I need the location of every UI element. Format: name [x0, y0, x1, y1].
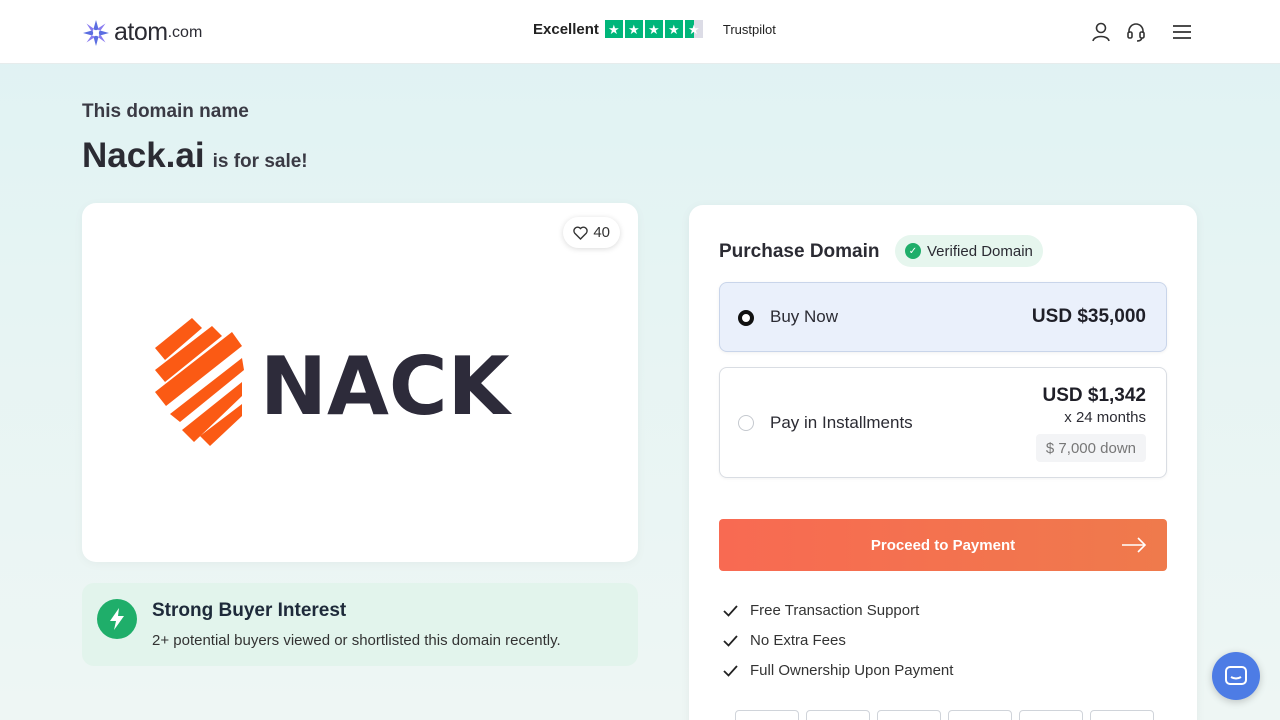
lightning-bolt-icon — [97, 599, 137, 639]
nack-logo-image: NACK — [155, 318, 513, 446]
perk-label: Free Transaction Support — [750, 602, 920, 619]
checkmark-icon — [723, 635, 738, 647]
down-payment-badge: $ 7,000 down — [1035, 434, 1146, 462]
domain-logo-card: 40 NACK — [82, 203, 638, 562]
proceed-label: Proceed to Payment — [870, 536, 1016, 554]
trustpilot-rating[interactable]: Excellent ★ ★ ★ ★ ★ Trustpilot — [533, 20, 776, 38]
atom-logo[interactable]: atom .com — [82, 18, 202, 47]
buy-now-price: USD $35,000 — [1031, 306, 1146, 327]
logo-wordmark: atom — [114, 18, 168, 46]
chat-launcher-button[interactable] — [1212, 652, 1260, 700]
payment-method-badge — [735, 710, 799, 720]
purchase-panel: Purchase Domain ✓ Verified Domain Buy No… — [689, 205, 1197, 720]
checkmark-icon — [723, 605, 738, 617]
verified-domain-badge: ✓ Verified Domain — [895, 235, 1043, 267]
buyer-interest-banner: Strong Buyer Interest 2+ potential buyer… — [82, 583, 638, 666]
proceed-to-payment-button[interactable]: Proceed to Payment — [719, 519, 1167, 571]
installments-option[interactable]: Pay in Installments USD $1,342 x 24 mont… — [719, 367, 1167, 478]
payment-method-badge — [806, 710, 870, 720]
payment-methods-row — [735, 710, 1154, 720]
like-button[interactable]: 40 — [563, 217, 620, 248]
installments-price: USD $1,342 — [1042, 385, 1146, 406]
interest-text: 2+ potential buyers viewed or shortliste… — [152, 632, 561, 649]
headset-icon[interactable] — [1125, 21, 1147, 43]
atom-star-icon — [83, 19, 109, 46]
buy-now-option[interactable]: Buy Now USD $35,000 — [719, 282, 1167, 352]
installments-label: Pay in Installments — [770, 413, 913, 432]
verified-label: Verified Domain — [927, 242, 1033, 260]
payment-method-badge — [877, 710, 941, 720]
interest-title: Strong Buyer Interest — [152, 600, 347, 621]
star-icon: ★ — [624, 20, 643, 38]
perk-label: Full Ownership Upon Payment — [750, 662, 954, 679]
nack-wordmark: NACK — [260, 340, 513, 433]
domain-name: Nack.ai — [82, 136, 205, 175]
purchase-title: Purchase Domain — [719, 241, 880, 262]
perk-item: No Extra Fees — [723, 632, 846, 649]
heart-icon — [573, 225, 589, 240]
trustpilot-label: Excellent — [533, 20, 599, 38]
installments-term: x 24 months — [1064, 409, 1146, 426]
perk-item: Free Transaction Support — [723, 602, 919, 619]
pre-title: This domain name — [82, 101, 249, 122]
trustpilot-stars: ★ ★ ★ ★ ★ — [604, 20, 703, 38]
site-header: atom .com Excellent ★ ★ ★ ★ ★ Trustpilot — [0, 0, 1280, 64]
star-icon: ★ — [604, 20, 623, 38]
half-star-icon: ★ — [684, 20, 703, 38]
payment-method-badge — [1019, 710, 1083, 720]
radio-unselected[interactable] — [738, 415, 754, 431]
chat-icon — [1225, 666, 1247, 685]
trustpilot-brand: Trustpilot — [722, 21, 776, 37]
user-icon[interactable] — [1090, 21, 1112, 43]
payment-method-badge — [948, 710, 1012, 720]
like-count: 40 — [593, 224, 610, 241]
menu-icon[interactable] — [1171, 21, 1193, 43]
payment-method-badge — [1090, 710, 1154, 720]
arrow-right-icon — [1122, 537, 1147, 553]
check-circle-icon: ✓ — [905, 243, 921, 259]
star-icon: ★ — [664, 20, 683, 38]
star-icon: ★ — [644, 20, 663, 38]
checkmark-icon — [723, 665, 738, 677]
buy-now-label: Buy Now — [770, 307, 839, 326]
page-title: Nack.ai is for sale! — [82, 136, 308, 176]
for-sale-text: is for sale! — [212, 151, 308, 172]
perk-item: Full Ownership Upon Payment — [723, 662, 953, 679]
radio-selected[interactable] — [738, 310, 754, 326]
logo-suffix: .com — [167, 23, 203, 41]
perk-label: No Extra Fees — [750, 632, 846, 649]
